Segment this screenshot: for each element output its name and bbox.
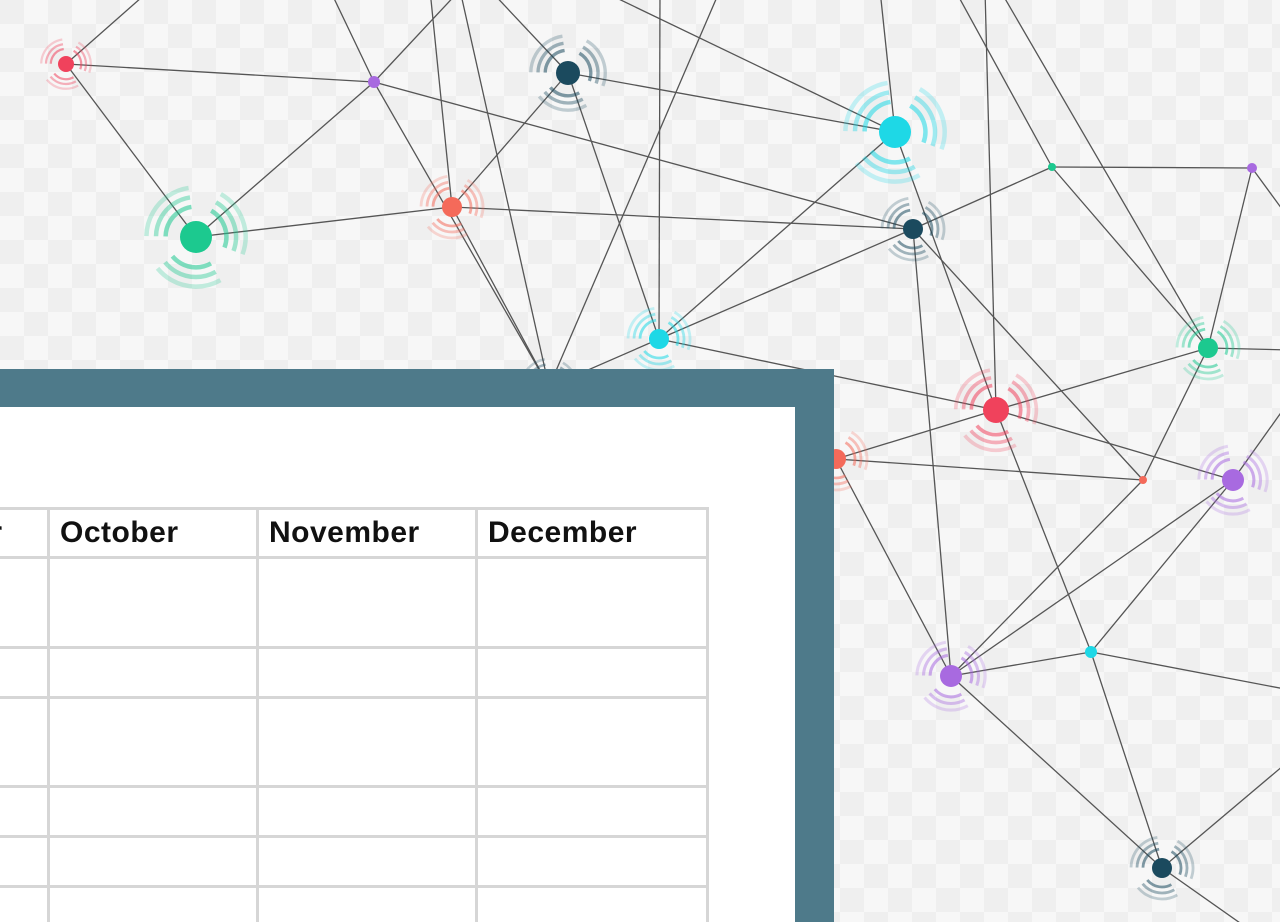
network-edge (373, 81, 550, 388)
network-node (1139, 476, 1147, 484)
network-edge (451, 72, 569, 208)
network-edge (950, 479, 1144, 677)
network-edge (658, 0, 661, 340)
table-cell (47, 646, 259, 699)
table-cell (256, 785, 478, 838)
table-row (0, 835, 709, 888)
network-edge (835, 458, 952, 677)
network-edge (65, 63, 375, 83)
network-edge (1090, 651, 1280, 689)
table-header-row: September October November December (0, 507, 709, 559)
header-september: September (0, 507, 50, 559)
network-edge (1251, 167, 1280, 208)
network-edge (1051, 166, 1253, 169)
header-october: October (47, 507, 259, 559)
header-november: November (256, 507, 478, 559)
table-cell (0, 835, 50, 888)
table-row (0, 556, 709, 649)
network-edge (1051, 166, 1209, 349)
table-row (0, 885, 709, 922)
table-cell (47, 785, 259, 838)
network-node (953, 367, 1039, 453)
network-edge (1207, 347, 1280, 351)
table-cell (256, 696, 478, 788)
network-edge (1005, 0, 1209, 349)
months-table: September October November December (0, 507, 709, 922)
network-node (419, 174, 485, 240)
table-cell (47, 835, 259, 888)
network-node (1085, 646, 1097, 658)
network-edge (658, 131, 896, 340)
header-december: December (475, 507, 709, 559)
table-cell (475, 785, 709, 838)
table-cell (475, 885, 709, 922)
network-edge (548, 0, 717, 388)
network-edge (567, 72, 660, 340)
network-node (880, 196, 946, 262)
table-row (0, 785, 709, 838)
table-cell (256, 646, 478, 699)
table-cell (0, 556, 50, 649)
network-edge (894, 131, 997, 411)
network-edge (1207, 167, 1253, 349)
table-cell (47, 696, 259, 788)
document-sheet: September October November December (0, 407, 795, 922)
table-cell (475, 646, 709, 699)
table-cell (475, 556, 709, 649)
network-edge (658, 228, 914, 340)
table-cell (256, 556, 478, 649)
network-edge (835, 458, 1144, 481)
table-row (0, 646, 709, 699)
network-edge (880, 0, 896, 133)
table-cell (0, 785, 50, 838)
table-cell (47, 885, 259, 922)
network-node (529, 34, 607, 112)
network-edge (912, 166, 1053, 230)
network-node (1129, 835, 1195, 901)
network-node (144, 185, 248, 289)
network-edge (373, 0, 452, 83)
table-row (0, 696, 709, 788)
network-node (843, 80, 947, 184)
table-cell (0, 696, 50, 788)
network-edge (912, 228, 952, 677)
network-node (1048, 163, 1056, 171)
table-cell (475, 835, 709, 888)
months-table-wrapper: September October November December (0, 507, 709, 922)
network-edge (959, 0, 1053, 168)
network-edge (334, 0, 375, 83)
network-edge (995, 409, 1234, 481)
network-edge (430, 0, 453, 208)
table-cell (475, 696, 709, 788)
network-edge (195, 81, 375, 238)
network-edge (912, 228, 1144, 481)
network-node (1197, 444, 1269, 516)
network-node (1247, 163, 1257, 173)
table-cell (256, 835, 478, 888)
table-cell (256, 885, 478, 922)
table-cell (0, 646, 50, 699)
network-edge (1142, 347, 1209, 481)
network-node (40, 38, 92, 90)
network-node (1175, 315, 1241, 381)
table-cell (0, 885, 50, 922)
network-node (368, 76, 380, 88)
table-cell (47, 556, 259, 649)
